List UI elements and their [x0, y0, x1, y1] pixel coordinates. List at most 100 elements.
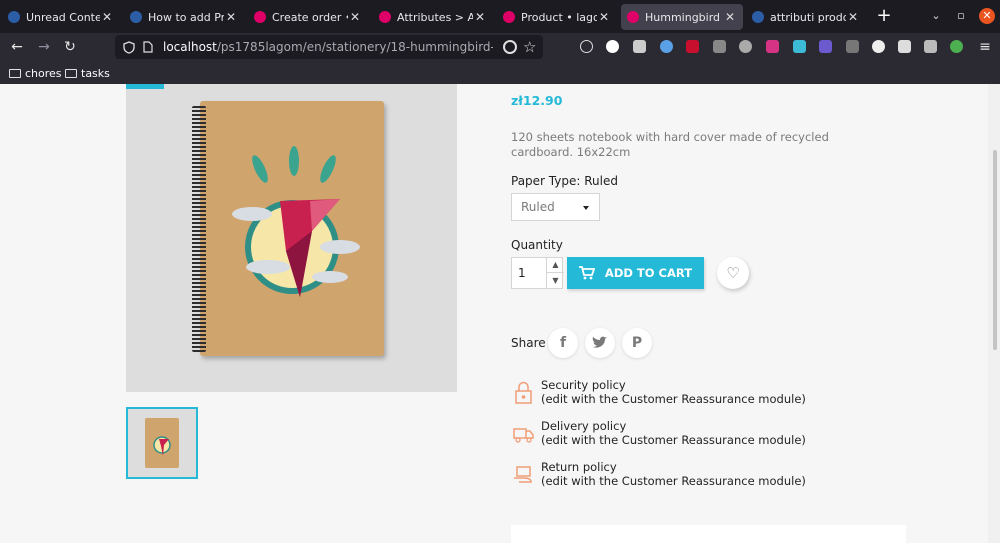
- window-list-icon[interactable]: ⌄: [928, 8, 944, 24]
- shield-icon[interactable]: [123, 41, 135, 54]
- window-close-icon[interactable]: ✕: [979, 8, 995, 24]
- extension-9-icon[interactable]: [898, 40, 911, 53]
- reload-icon[interactable]: ↻: [60, 37, 80, 57]
- extension-3-icon[interactable]: [713, 40, 726, 53]
- extension-7-icon[interactable]: [819, 40, 832, 53]
- folder-icon: [65, 68, 77, 78]
- scrollbar[interactable]: [988, 84, 1000, 543]
- cart-icon: [578, 266, 595, 280]
- reassurance-subtitle: (edit with the Customer Reassurance modu…: [541, 392, 806, 406]
- thumbnail-notebook-image: [145, 418, 179, 468]
- tab-title: Attributes > Attr: [397, 10, 473, 24]
- truck-icon: [513, 428, 534, 443]
- tab-4[interactable]: Product • lagom ✕: [497, 4, 617, 30]
- bug-extension-icon[interactable]: [503, 40, 517, 54]
- tab-title: How to add Prod: [148, 10, 224, 24]
- ublock-icon[interactable]: [686, 40, 699, 53]
- tab-close-icon[interactable]: ✕: [473, 10, 487, 24]
- bookmark-label: chores: [25, 66, 62, 80]
- url-path: /ps1785lagom/en/stationery/18-hummingbir…: [216, 40, 493, 54]
- quantity-buttons: ▲ ▼: [546, 257, 564, 289]
- url-text[interactable]: localhost/ps1785lagom/en/stationery/18-h…: [163, 35, 493, 59]
- navigation-bar: ← → ↻ localhost/ps1785lagom/en/stationer…: [0, 33, 1000, 62]
- return-box-icon: [514, 466, 532, 483]
- tab-close-icon[interactable]: ✕: [348, 10, 362, 24]
- product-description: 120 sheets notebook with hard cover made…: [511, 130, 829, 159]
- extension-8-icon[interactable]: [872, 40, 885, 53]
- tab-1[interactable]: How to add Prod ✕: [124, 4, 244, 30]
- facebook-share-icon[interactable]: f: [548, 328, 578, 358]
- bookmark-star-icon[interactable]: ☆: [523, 37, 536, 57]
- extension-4-icon[interactable]: [739, 40, 752, 53]
- tab-title: attributi prodotti: [770, 10, 846, 24]
- mail-icon[interactable]: [846, 40, 859, 53]
- product-tabs-panel: [511, 525, 906, 543]
- paper-type-label: Paper Type: Ruled: [511, 174, 618, 188]
- pocket-icon[interactable]: [580, 40, 593, 53]
- add-to-cart-button[interactable]: ADD TO CART: [567, 257, 704, 289]
- product-cover-image[interactable]: [126, 84, 457, 392]
- crop-icon[interactable]: [924, 40, 937, 53]
- extension-1-icon[interactable]: [633, 40, 646, 53]
- account-icon[interactable]: [606, 40, 619, 53]
- hummingbird-illustration-icon: [232, 146, 360, 297]
- tab-3[interactable]: Attributes > Attr ✕: [373, 4, 493, 30]
- menu-icon[interactable]: ≡: [975, 37, 995, 57]
- window-restore-icon[interactable]: ▫: [953, 8, 969, 24]
- scrollbar-thumb[interactable]: [993, 150, 997, 350]
- paper-type-select[interactable]: Ruled: [511, 193, 600, 221]
- page-icon[interactable]: [143, 41, 153, 53]
- tab-close-icon[interactable]: ✕: [723, 10, 737, 24]
- reassurance-title: Delivery policy: [541, 419, 627, 433]
- tab-close-icon[interactable]: ✕: [846, 10, 860, 24]
- share-label: Share: [511, 336, 546, 350]
- tab-2[interactable]: Create order • lag ✕: [248, 4, 368, 30]
- tab-favicon-icon: [627, 11, 639, 23]
- notebook-spiral: [192, 106, 206, 352]
- extension-6-icon[interactable]: [793, 40, 806, 53]
- folder-icon: [9, 68, 21, 78]
- paper-type-value: Ruled: [521, 200, 555, 214]
- reassurance-subtitle: (edit with the Customer Reassurance modu…: [541, 474, 806, 488]
- extension-5-icon[interactable]: [766, 40, 779, 53]
- extension-10-icon[interactable]: [950, 40, 963, 53]
- reassurance-title: Security policy: [541, 378, 626, 392]
- tab-close-icon[interactable]: ✕: [597, 10, 611, 24]
- tab-close-icon[interactable]: ✕: [224, 10, 238, 24]
- tab-6[interactable]: attributi prodotti ✕: [746, 4, 866, 30]
- quantity-input[interactable]: 1: [518, 258, 526, 288]
- tab-5-active[interactable]: Hummingbird no ✕: [621, 4, 743, 30]
- caret-down-icon: [583, 206, 589, 210]
- tab-favicon-icon: [254, 11, 266, 23]
- bookmark-label: tasks: [81, 66, 110, 80]
- tab-title: Product • lagom: [521, 10, 597, 24]
- product-thumbnail[interactable]: [126, 407, 198, 479]
- twitter-share-icon[interactable]: [585, 328, 615, 358]
- wishlist-heart-icon[interactable]: ♡: [717, 257, 749, 289]
- extension-2-icon[interactable]: [660, 40, 673, 53]
- pinterest-share-icon[interactable]: P: [622, 328, 652, 358]
- tab-title: Hummingbird no: [645, 10, 723, 24]
- forward-arrow-icon[interactable]: →: [34, 37, 54, 57]
- notebook-image: [200, 101, 384, 356]
- tab-bar: Unread Content ✕ How to add Prod ✕ Creat…: [0, 0, 1000, 33]
- new-badge: [126, 84, 164, 89]
- tab-close-icon[interactable]: ✕: [100, 10, 114, 24]
- chevron-down-icon[interactable]: ▼: [547, 273, 564, 289]
- tab-title: Unread Content: [26, 10, 100, 24]
- quantity-label: Quantity: [511, 238, 563, 252]
- back-arrow-icon[interactable]: ←: [7, 37, 27, 57]
- tab-favicon-icon: [130, 11, 142, 23]
- product-page: zł12.90 120 sheets notebook with hard co…: [0, 84, 1000, 543]
- lock-icon: [515, 381, 532, 404]
- bookmark-tasks[interactable]: tasks: [65, 65, 110, 81]
- bookmark-chores[interactable]: chores: [9, 65, 62, 81]
- reassurance-title: Return policy: [541, 460, 617, 474]
- url-host: localhost: [163, 40, 217, 54]
- url-bar[interactable]: localhost/ps1785lagom/en/stationery/18-h…: [115, 35, 543, 59]
- tab-favicon-icon: [503, 11, 515, 23]
- quantity-stepper[interactable]: 1 ▲ ▼: [511, 257, 564, 289]
- new-tab-button[interactable]: +: [875, 6, 893, 26]
- chevron-up-icon[interactable]: ▲: [547, 257, 564, 273]
- tab-0[interactable]: Unread Content ✕: [2, 4, 120, 30]
